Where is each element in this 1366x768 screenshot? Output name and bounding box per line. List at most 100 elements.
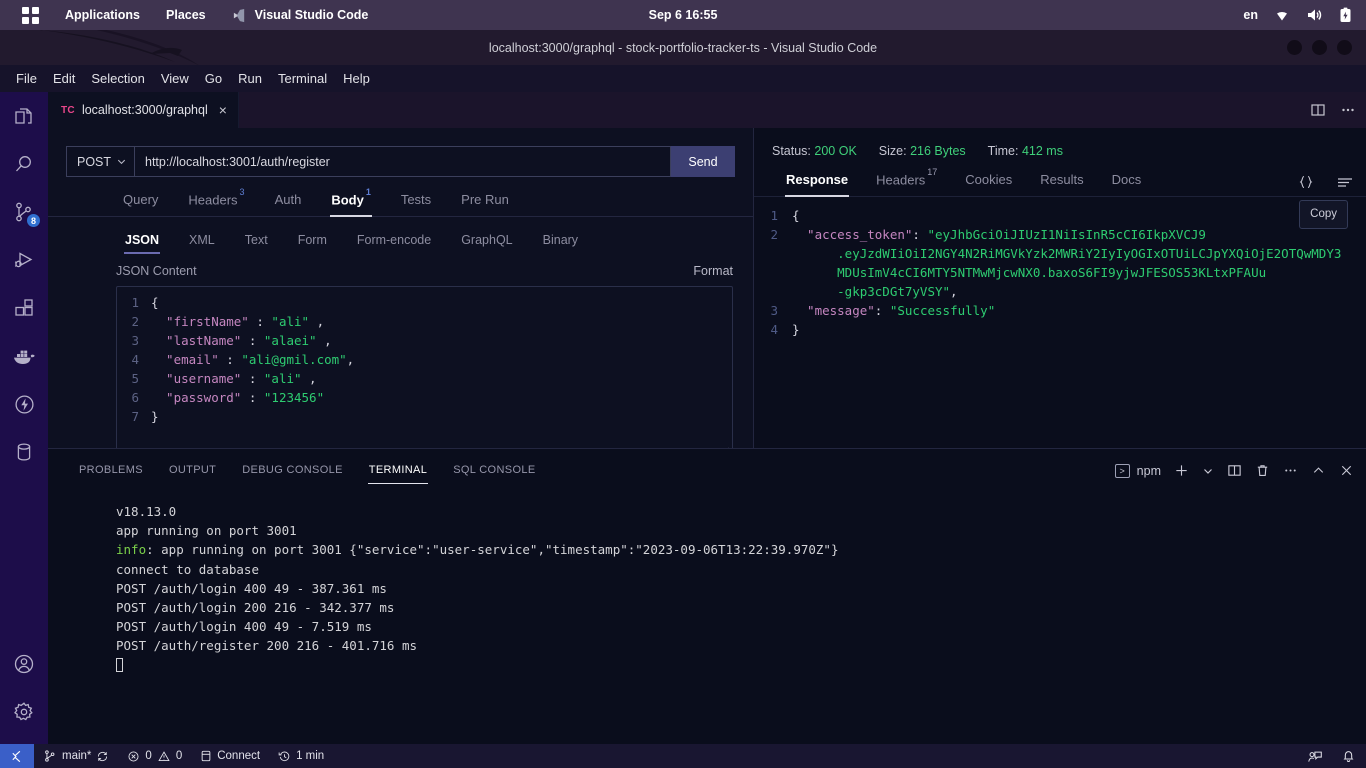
format-json-icon[interactable] (1298, 174, 1314, 190)
copy-button[interactable]: Copy (1299, 200, 1348, 230)
kill-terminal-icon[interactable] (1255, 463, 1270, 478)
request-tab-query[interactable]: Query (108, 192, 173, 216)
wifi-icon[interactable] (1274, 8, 1290, 22)
menu-selection[interactable]: Selection (83, 68, 152, 89)
panel-tab-debug-console[interactable]: DEBUG CONSOLE (229, 464, 356, 484)
activitybar-item-source-control[interactable]: 8 (0, 188, 48, 236)
active-terminal-chip[interactable]: > npm (1114, 463, 1161, 478)
minimize-button[interactable] (1287, 40, 1302, 55)
response-tab-results[interactable]: Results (1026, 172, 1097, 196)
source-control-badge: 8 (26, 213, 41, 228)
body-type-text[interactable]: Text (230, 233, 283, 254)
response-tab-docs[interactable]: Docs (1098, 172, 1156, 196)
status-branch[interactable]: main* (34, 744, 118, 768)
response-line-text: } (792, 322, 800, 338)
activitybar-item-search[interactable] (0, 140, 48, 188)
send-button[interactable]: Send (671, 146, 735, 177)
split-editor-icon[interactable] (1310, 102, 1326, 118)
request-tab-pre-run[interactable]: Pre Run (446, 192, 524, 216)
new-terminal-icon[interactable] (1174, 463, 1189, 478)
close-icon[interactable]: × (219, 103, 227, 117)
response-tab-cookies[interactable]: Cookies (951, 172, 1026, 196)
body-type-binary[interactable]: Binary (528, 233, 593, 254)
request-url-input[interactable]: http://localhost:3001/auth/register (134, 146, 671, 177)
split-terminal-icon[interactable] (1227, 463, 1242, 478)
sync-icon[interactable] (96, 750, 109, 763)
body-type-graphql[interactable]: GraphQL (446, 233, 527, 254)
os-active-window[interactable]: Visual Studio Code (232, 8, 368, 23)
request-tab-headers[interactable]: Headers3 (173, 187, 259, 216)
status-remote-button[interactable] (0, 744, 34, 768)
menu-help[interactable]: Help (335, 68, 378, 89)
status-timer-label: 1 min (296, 750, 325, 762)
activitybar-item-docker[interactable] (0, 332, 48, 380)
request-tab-auth[interactable]: Auth (260, 192, 317, 216)
editor-tab-thunder-client[interactable]: TC localhost:3000/graphql × (48, 92, 239, 128)
panel-more-icon[interactable] (1283, 463, 1298, 478)
format-button[interactable]: Format (693, 264, 733, 278)
close-panel-icon[interactable] (1339, 463, 1354, 478)
terminal-output[interactable]: v18.13.0 app running on port 3001 info: ap… (48, 484, 1366, 675)
time-label: Time: (987, 144, 1019, 158)
feedback-icon[interactable] (1307, 749, 1323, 764)
request-tab-tests[interactable]: Tests (386, 192, 446, 216)
applications-grid-icon[interactable] (22, 6, 39, 24)
more-actions-icon[interactable] (1340, 102, 1356, 118)
body-type-form[interactable]: Form (283, 233, 342, 254)
body-type-json[interactable]: JSON (110, 233, 174, 255)
code-text: "firstName" : "ali" , (151, 314, 325, 330)
status-error-count: 0 (145, 750, 152, 762)
code-line: 1{ (117, 293, 732, 312)
activitybar-item-database[interactable] (0, 428, 48, 476)
volume-icon[interactable] (1306, 8, 1323, 22)
account-icon (14, 654, 34, 674)
activitybar-item-accounts[interactable] (0, 640, 48, 688)
terminal-line-text: POST /auth/login 400 49 - 7.519 ms (116, 619, 372, 635)
panel-tab-terminal[interactable]: TERMINAL (356, 464, 440, 484)
window-controls[interactable] (1287, 40, 1352, 55)
menu-file[interactable]: File (8, 68, 45, 89)
panel-tab-sql-console[interactable]: SQL CONSOLE (440, 464, 548, 484)
activitybar-item-settings[interactable] (0, 688, 48, 736)
panel-tab-output[interactable]: OUTPUT (156, 464, 229, 484)
menu-edit[interactable]: Edit (45, 68, 83, 89)
maximize-button[interactable] (1312, 40, 1327, 55)
status-branch-label: main* (62, 750, 92, 762)
menu-run[interactable]: Run (230, 68, 270, 89)
response-line: .eyJzdWIiOiI2NGY4N2RiMGVkYzk2MWRiY2IyIyO… (754, 244, 1366, 263)
response-tab-response[interactable]: Response (772, 172, 862, 198)
terminal-profile-chevron-icon[interactable] (1202, 465, 1214, 477)
menu-view[interactable]: View (153, 68, 197, 89)
json-body-editor[interactable]: 1{2 "firstName" : "ali" ,3 "lastName" : … (116, 286, 733, 460)
response-body[interactable]: 1{2 "access_token": "eyJhbGciOiJIUzI1NiI… (754, 197, 1366, 339)
status-database-connect[interactable]: Connect (191, 744, 269, 768)
os-menu-places[interactable]: Places (166, 8, 206, 22)
menu-go[interactable]: Go (197, 68, 230, 89)
activitybar-item-explorer[interactable] (0, 92, 48, 140)
close-button[interactable] (1337, 40, 1352, 55)
battery-icon[interactable] (1339, 7, 1352, 23)
os-menu-applications[interactable]: Applications (65, 8, 140, 22)
request-tabs: Query Headers3 Auth Body1 Tests Pre Run (48, 177, 753, 218)
status-timer[interactable]: 1 min (269, 744, 333, 768)
gear-icon (14, 702, 33, 721)
request-tab-auth-label: Auth (274, 192, 302, 208)
menu-terminal[interactable]: Terminal (270, 68, 335, 89)
os-language-indicator[interactable]: en (1243, 8, 1258, 22)
maximize-panel-icon[interactable] (1311, 463, 1326, 478)
request-tab-headers-label: Headers (188, 192, 238, 208)
body-type-form-encode[interactable]: Form-encode (342, 233, 446, 254)
bell-icon[interactable] (1341, 748, 1356, 764)
request-tab-body[interactable]: Body1 (316, 187, 386, 218)
request-tab-body-badge: 1 (365, 186, 371, 197)
activitybar-item-extensions[interactable] (0, 284, 48, 332)
response-menu-icon[interactable] (1336, 174, 1354, 190)
http-method-select[interactable]: POST (66, 146, 134, 177)
response-tab-headers[interactable]: Headers17 (862, 167, 951, 196)
panel-tab-problems[interactable]: PROBLEMS (66, 464, 156, 484)
activitybar-item-run-and-debug[interactable] (0, 236, 48, 284)
body-type-xml[interactable]: XML (174, 233, 230, 254)
status-problems[interactable]: 0 0 (118, 744, 191, 768)
error-icon (128, 751, 139, 761)
activitybar-item-thunder-client[interactable] (0, 380, 48, 428)
